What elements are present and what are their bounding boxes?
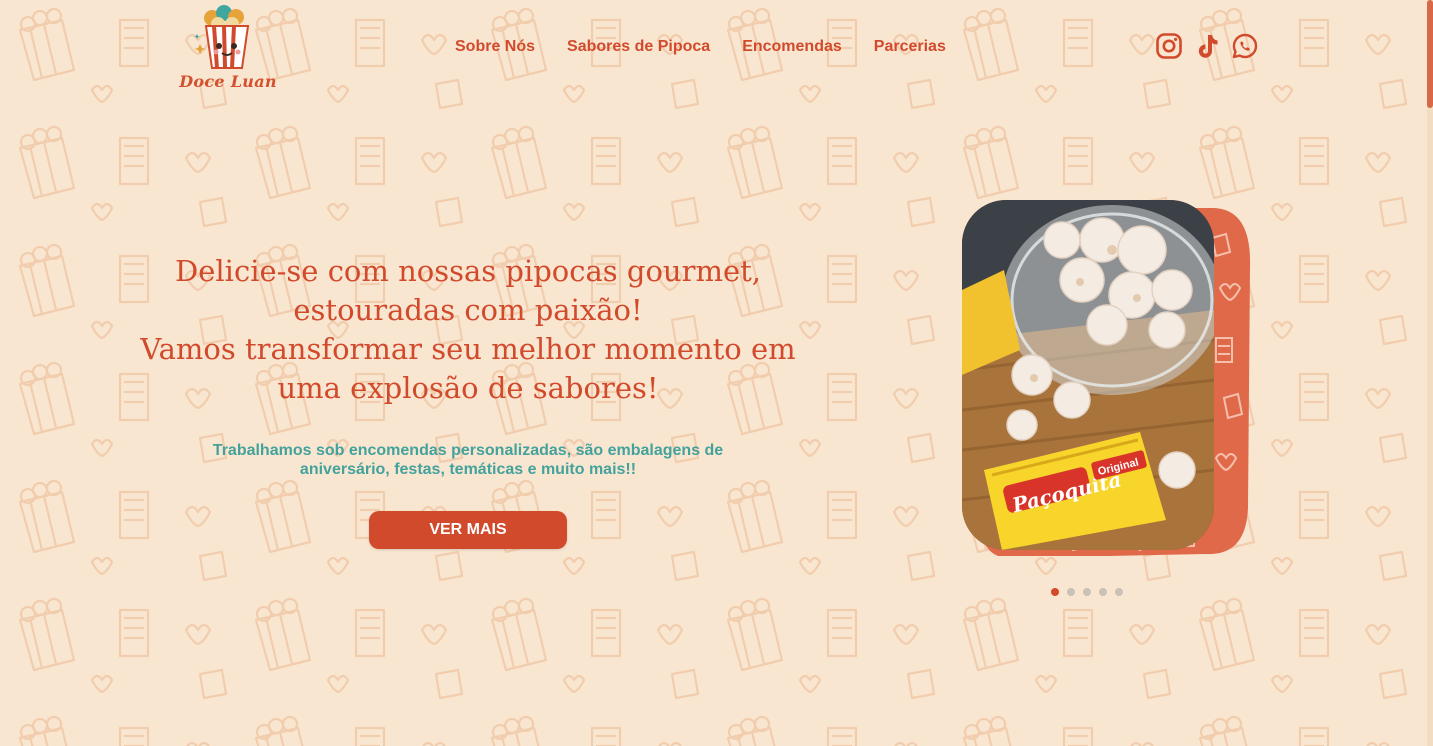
nav-item-sabores[interactable]: Sabores de Pipoca [567, 38, 710, 56]
page-scrollbar[interactable] [1427, 0, 1433, 746]
popcorn-mascot-icon [194, 5, 250, 69]
tiktok-icon[interactable] [1193, 32, 1221, 60]
carousel-dot[interactable] [1083, 588, 1091, 596]
nav-item-parcerias[interactable]: Parcerias [874, 38, 946, 56]
carousel-dot[interactable] [1067, 588, 1075, 596]
scrollbar-thumb[interactable] [1427, 0, 1433, 108]
nav-item-sobre-nos[interactable]: Sobre Nós [455, 38, 535, 56]
brand-name: Doce Luan [179, 72, 277, 91]
main-nav: Sobre Nós Sabores de Pipoca Encomendas P… [455, 38, 946, 56]
carousel-dot[interactable] [1115, 588, 1123, 596]
hero-subtitle: Trabalhamos sob encomendas personalizada… [212, 442, 724, 478]
carousel-slide-image: Paçoquita Original [962, 200, 1214, 550]
ver-mais-button[interactable]: VER MAIS [369, 511, 567, 549]
social-links [1155, 32, 1259, 60]
image-carousel[interactable]: Paçoquita Original [962, 200, 1252, 560]
instagram-icon[interactable] [1155, 32, 1183, 60]
hero-title: Delicie-se com nossas pipocas gourmet, e… [140, 254, 796, 405]
nav-item-encomendas[interactable]: Encomendas [742, 38, 842, 56]
carousel-pagination [1051, 588, 1123, 596]
popcorn-paçoca-photo: Paçoquita Original [962, 200, 1214, 550]
brand-logo[interactable]: Doce Luan [172, 4, 282, 96]
whatsapp-icon[interactable] [1231, 32, 1259, 60]
carousel-dot[interactable] [1051, 588, 1059, 596]
site-header: Doce Luan Sobre Nós Sabores de Pipoca En… [0, 0, 1433, 100]
hero-section: Delicie-se com nossas pipocas gourmet, e… [118, 252, 818, 549]
carousel-dot[interactable] [1099, 588, 1107, 596]
